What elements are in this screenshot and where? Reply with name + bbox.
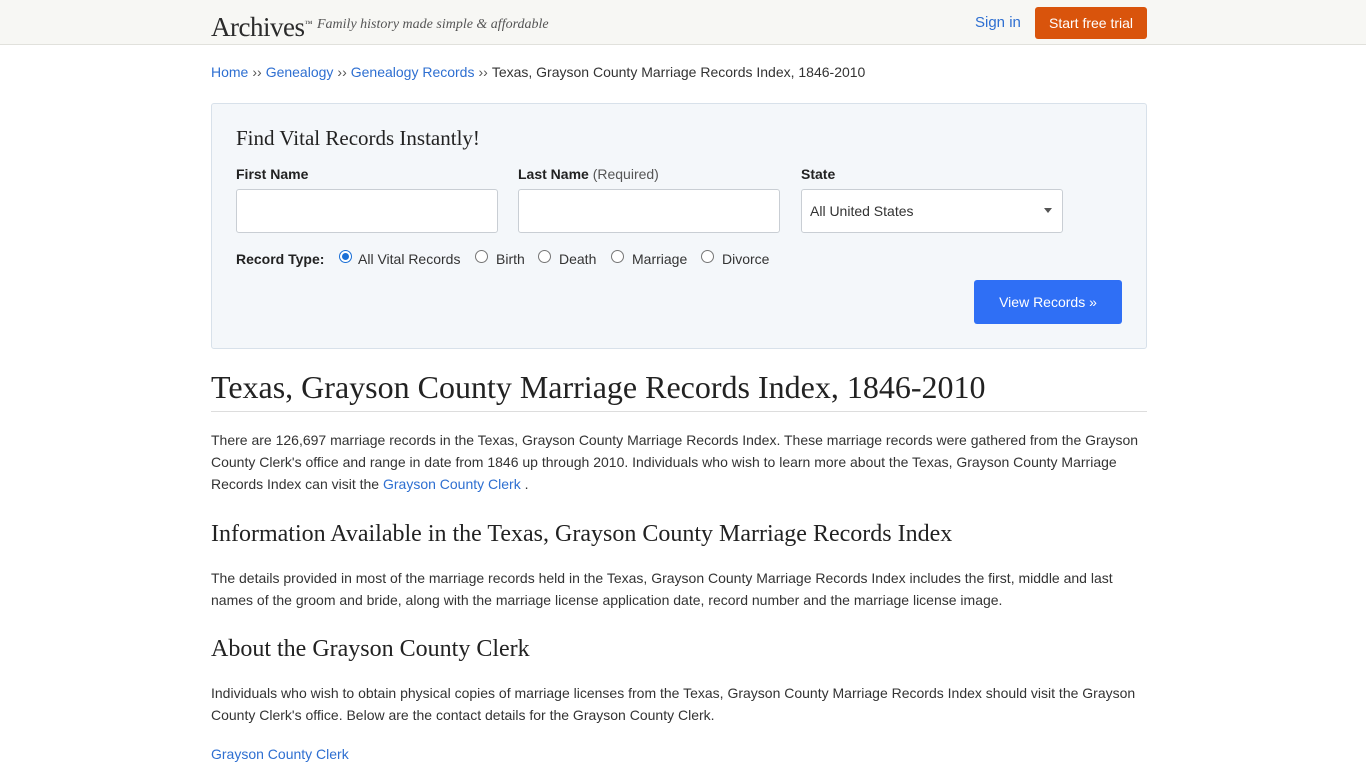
caret-down-icon bbox=[1044, 208, 1052, 213]
view-records-button[interactable]: View Records » bbox=[974, 280, 1122, 324]
site-logo[interactable]: Archives™ bbox=[211, 9, 312, 42]
breadcrumb: Home ›› Genealogy ›› Genealogy Records ›› Texa… bbox=[211, 64, 865, 80]
first-name-label: First Name bbox=[236, 166, 309, 182]
radio-death[interactable] bbox=[538, 250, 551, 263]
breadcrumb-home[interactable]: Home bbox=[211, 64, 248, 80]
record-type-label: Record Type: bbox=[236, 251, 325, 267]
start-free-trial-button[interactable]: Start free trial bbox=[1035, 7, 1147, 39]
radio-label-all-vital-records[interactable]: All Vital Records bbox=[358, 251, 460, 267]
last-name-input[interactable] bbox=[518, 189, 780, 233]
radio-marriage[interactable] bbox=[611, 250, 624, 263]
logo-text: Archives bbox=[211, 12, 305, 42]
intro-text-end: . bbox=[520, 476, 529, 492]
section-paragraph-about-clerk: Individuals who wish to obtain physical … bbox=[211, 685, 1136, 723]
last-name-label-text: Last Name bbox=[518, 166, 589, 182]
page-title: Texas, Grayson County Marriage Records I… bbox=[211, 369, 986, 405]
radio-divorce[interactable] bbox=[701, 250, 714, 263]
radio-all-vital-records[interactable] bbox=[339, 250, 352, 263]
breadcrumb-separator: ›› bbox=[478, 64, 488, 80]
top-header: Archives™ Family history made simple & a… bbox=[0, 0, 1366, 45]
breadcrumb-genealogy-records[interactable]: Genealogy Records bbox=[351, 64, 475, 80]
radio-birth[interactable] bbox=[475, 250, 488, 263]
radio-label-birth[interactable]: Birth bbox=[496, 251, 525, 267]
grayson-county-clerk-contact-link[interactable]: Grayson County Clerk bbox=[211, 746, 349, 762]
state-select[interactable]: All United States bbox=[801, 189, 1063, 233]
radio-label-marriage[interactable]: Marriage bbox=[632, 251, 687, 267]
required-note: (Required) bbox=[592, 166, 659, 182]
grayson-county-clerk-link[interactable]: Grayson County Clerk bbox=[383, 476, 521, 492]
search-form-panel: Find Vital Records Instantly! First Name… bbox=[211, 103, 1147, 349]
breadcrumb-separator: ›› bbox=[252, 64, 262, 80]
site-tagline: Family history made simple & affordable bbox=[317, 17, 549, 32]
radio-label-divorce[interactable]: Divorce bbox=[722, 251, 769, 267]
breadcrumb-genealogy[interactable]: Genealogy bbox=[266, 64, 334, 80]
state-select-value: All United States bbox=[810, 203, 914, 219]
breadcrumb-separator: ›› bbox=[337, 64, 347, 80]
sign-in-link[interactable]: Sign in bbox=[975, 14, 1021, 31]
breadcrumb-current: Texas, Grayson County Marriage Records I… bbox=[491, 64, 866, 80]
section-heading-about-clerk: About the Grayson County Clerk bbox=[211, 636, 530, 662]
state-label: State bbox=[801, 166, 836, 182]
first-name-input[interactable] bbox=[236, 189, 498, 233]
logo-trademark: ™ bbox=[304, 19, 312, 28]
intro-text: There are 126,697 marriage records in th… bbox=[211, 432, 1139, 492]
last-name-label: Last Name (Required) bbox=[518, 166, 659, 182]
radio-label-death[interactable]: Death bbox=[559, 251, 596, 267]
section-paragraph-information: The details provided in most of the marr… bbox=[211, 570, 1113, 608]
search-form-title: Find Vital Records Instantly! bbox=[236, 126, 480, 150]
intro-paragraph: There are 126,697 marriage records in th… bbox=[211, 429, 1147, 495]
section-heading-information: Information Available in the Texas, Gray… bbox=[211, 521, 953, 547]
title-divider bbox=[211, 411, 1147, 412]
